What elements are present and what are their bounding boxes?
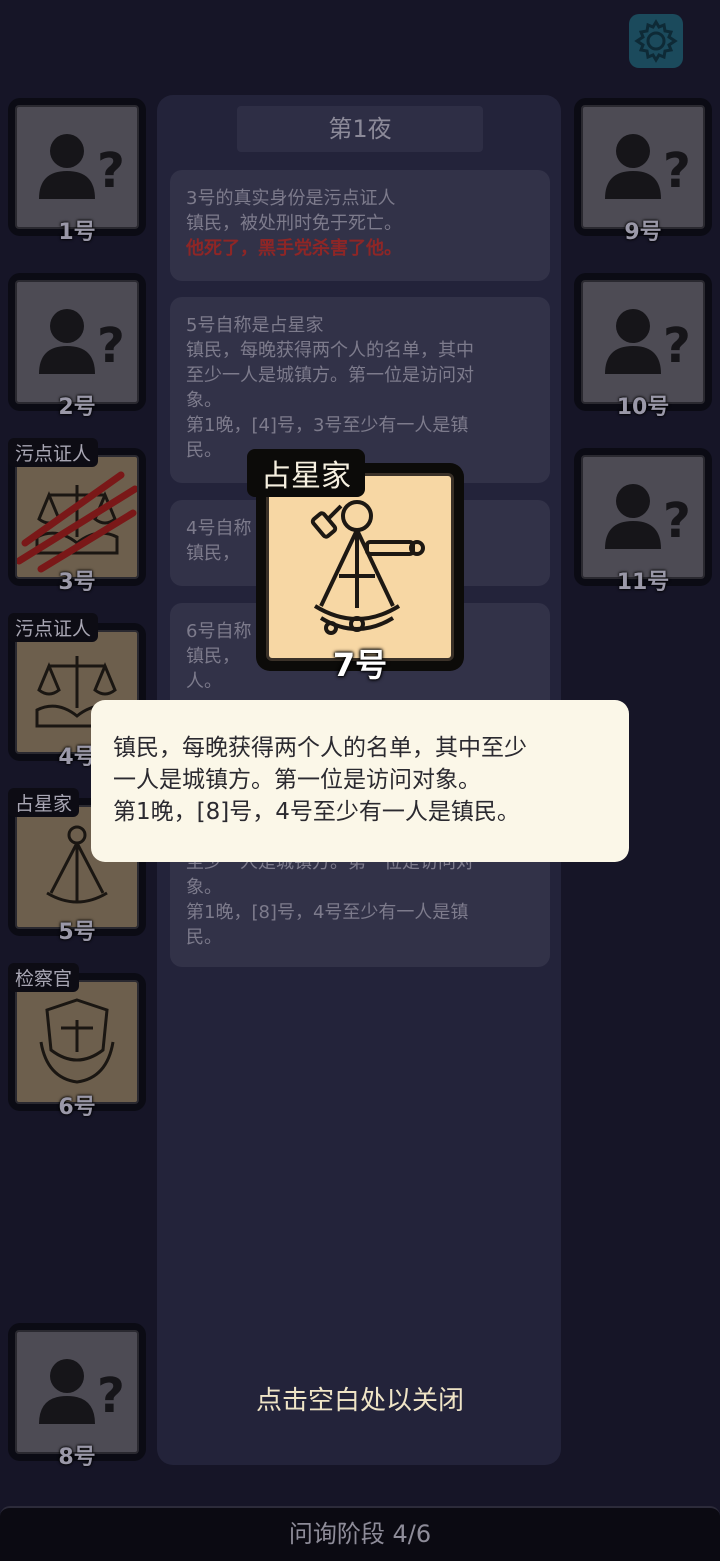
close-hint: 点击空白处以关闭 [255,1386,464,1416]
role-card-tag: 占星家 [247,449,365,497]
role-card-face [266,473,454,661]
role-description-tooltip: 镇民，每晚获得两个人的名单，其中至少 一人是城镇方。第一位是访问对象。 第1晚，… [91,700,629,862]
role-tag: 污点证人 [8,438,99,467]
sextant-icon [310,500,425,635]
tooltip-line: 镇民，每晚获得两个人的名单，其中至少 [113,735,527,761]
tooltip-line: 一人是城镇方。第一位是访问对象。 [113,767,481,793]
role-card-number: 7号 [332,646,388,684]
tooltip-line: 第1晚，[8]号，4号至少有一人是镇民。 [113,799,520,825]
role-tag: 占星家 [8,788,80,817]
role-tag: 检察官 [8,963,80,992]
role-tag: 污点证人 [8,613,99,642]
